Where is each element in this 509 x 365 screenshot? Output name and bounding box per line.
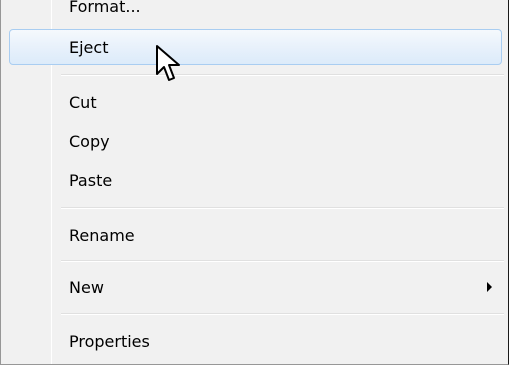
menu-item-eject[interactable]: Eject xyxy=(9,29,502,65)
menu-separator xyxy=(61,313,504,315)
menu-item-paste[interactable]: Paste xyxy=(5,162,504,198)
menu-item-new-label: New xyxy=(69,277,104,297)
menu-item-new[interactable]: New xyxy=(5,269,504,305)
menu-item-cut-label: Cut xyxy=(69,92,97,112)
menu-separator xyxy=(61,74,504,76)
triangle-right-icon xyxy=(487,282,492,292)
menu-item-format-label: Format... xyxy=(69,0,141,16)
menu-item-eject-label: Eject xyxy=(69,37,109,57)
menu-item-copy[interactable]: Copy xyxy=(5,123,504,159)
menu-item-properties-label: Properties xyxy=(69,331,150,351)
menu-item-rename[interactable]: Rename xyxy=(5,217,504,253)
menu-item-paste-label: Paste xyxy=(69,170,113,190)
menu-item-copy-label: Copy xyxy=(69,131,110,151)
context-menu: Format... Eject Cut Copy Paste Rename Ne… xyxy=(0,0,509,365)
menu-item-properties[interactable]: Properties xyxy=(5,323,504,359)
menu-item-rename-label: Rename xyxy=(69,225,135,245)
menu-item-format[interactable]: Format... xyxy=(5,0,504,18)
menu-item-cut[interactable]: Cut xyxy=(5,84,504,120)
menu-separator xyxy=(61,260,504,262)
menu-separator xyxy=(61,207,504,209)
